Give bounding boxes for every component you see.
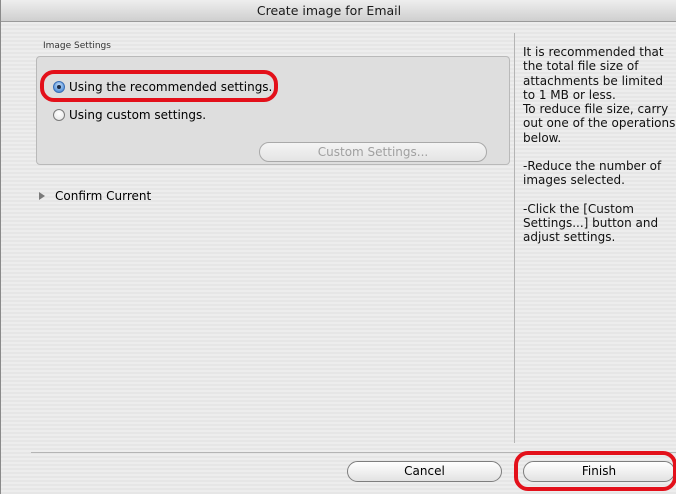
window-title: Create image for Email xyxy=(256,3,402,18)
radio-custom-settings[interactable]: Using custom settings. xyxy=(53,108,206,122)
title-bar[interactable]: Create image for Email xyxy=(1,0,676,22)
highlight-finish xyxy=(514,451,676,491)
info-text: -Reduce the number of images selected. xyxy=(523,159,662,188)
confirm-current-disclosure[interactable]: Confirm Current xyxy=(39,189,151,203)
panel-divider xyxy=(514,33,515,443)
confirm-current-label[interactable]: Confirm Current xyxy=(55,189,151,203)
image-settings-label: Image Settings xyxy=(43,41,111,51)
radio-custom-label[interactable]: Using custom settings. xyxy=(69,108,206,122)
cancel-button[interactable]: Cancel xyxy=(347,461,502,482)
disclosure-triangle-icon[interactable] xyxy=(39,192,45,200)
highlight-recommended xyxy=(40,70,278,102)
custom-settings-button[interactable]: Custom Settings... xyxy=(259,142,487,162)
radio-unselected-icon[interactable] xyxy=(53,109,65,121)
info-text: It is recommended that the total file si… xyxy=(523,45,676,145)
dialog-window: Create image for Email Image Settings Us… xyxy=(0,0,676,494)
info-panel: It is recommended that the total file si… xyxy=(523,45,676,259)
info-text: -Click the [Custom Settings...] button a… xyxy=(523,201,659,245)
